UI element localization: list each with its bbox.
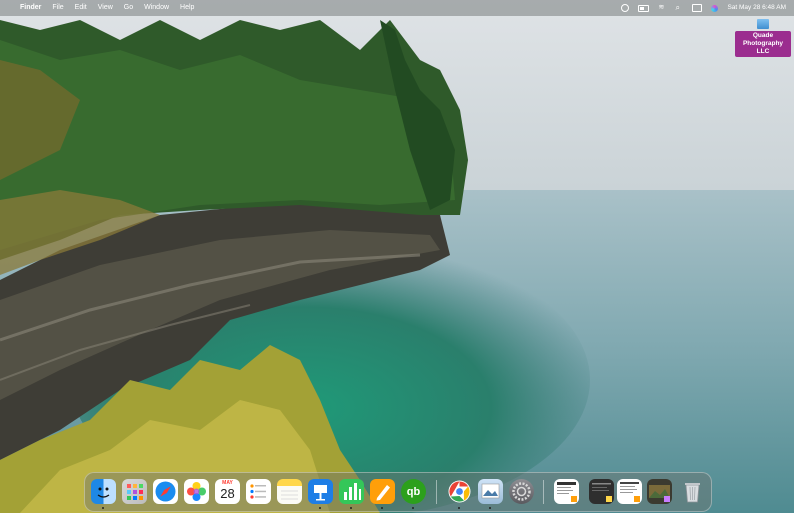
dock: MAY 28 qb [84, 472, 712, 512]
dock-safari[interactable] [153, 479, 178, 504]
photo-thumbnail-icon [649, 485, 670, 502]
chrome-icon [448, 480, 471, 503]
dock-calendar[interactable]: MAY 28 [215, 479, 240, 504]
dock-recent-document-1[interactable] [554, 479, 579, 504]
document-thumbnail-icon [592, 483, 612, 502]
dock-system-settings[interactable] [509, 479, 534, 504]
dock-running-indicator [458, 507, 460, 509]
notes-icon [281, 490, 298, 500]
document-thumbnail-icon [620, 482, 640, 502]
dock-preview[interactable] [478, 479, 503, 504]
safari-icon [155, 481, 176, 502]
dock-launchpad[interactable] [122, 479, 147, 504]
menu-bar: Finder File Edit View Go Window Help ≋ ⌕… [0, 0, 794, 16]
control-center-icon[interactable] [692, 4, 703, 12]
photos-icon [187, 482, 206, 501]
menu-bar-clock[interactable]: Sat May 28 6:48 AM [727, 0, 786, 16]
gear-icon [512, 482, 531, 501]
desktop-item-label-line2: Photography LLC [742, 40, 784, 55]
launchpad-icon [127, 484, 143, 500]
dock-running-indicator [350, 507, 352, 509]
menu-edit[interactable]: Edit [75, 0, 87, 16]
desktop-item-quade-photography[interactable]: Quade Photography LLC [735, 19, 791, 58]
dock-separator [543, 480, 544, 504]
dock-separator [436, 480, 437, 504]
dock-keynote[interactable] [308, 479, 333, 504]
reminders-icon [250, 484, 266, 499]
status-circle-icon[interactable] [621, 4, 630, 12]
pages-icon [376, 485, 390, 501]
menu-go[interactable]: Go [124, 0, 133, 16]
dock-recent-document-3[interactable] [617, 479, 642, 504]
dock-running-indicator [489, 507, 491, 509]
dock-finder[interactable] [91, 479, 116, 504]
folder-icon [757, 19, 769, 29]
dock-trash[interactable] [680, 479, 705, 504]
menu-file[interactable]: File [52, 0, 63, 16]
calendar-day: 28 [220, 486, 235, 501]
dock-photos[interactable] [184, 479, 209, 504]
wifi-icon[interactable]: ≋ [658, 4, 666, 12]
dock-reminders[interactable] [246, 479, 271, 504]
document-thumbnail-icon [557, 482, 577, 502]
menu-finder[interactable]: Finder [20, 0, 41, 16]
keynote-icon [314, 485, 327, 501]
dock-chrome[interactable] [447, 479, 472, 504]
dock-running-indicator [102, 507, 104, 509]
dock-pages[interactable] [370, 479, 395, 504]
dock-running-indicator [412, 507, 414, 509]
preview-icon [481, 483, 500, 499]
desktop-item-label-line1: Quade [752, 32, 774, 39]
desktop-wallpaper [0, 0, 794, 513]
desktop-item-label: Quade Photography LLC [735, 31, 791, 57]
dock-recent-document-4[interactable] [647, 479, 672, 504]
menu-view[interactable]: View [98, 0, 113, 16]
siri-icon[interactable] [711, 4, 719, 12]
menu-window[interactable]: Window [144, 0, 169, 16]
battery-icon[interactable] [638, 4, 650, 12]
menu-help[interactable]: Help [180, 0, 194, 16]
dock-recent-document-2[interactable] [589, 479, 614, 504]
trash-icon [685, 483, 700, 503]
dock-numbers[interactable] [339, 479, 364, 504]
dock-notes[interactable] [277, 479, 302, 504]
dock-quickbooks[interactable]: qb [401, 479, 426, 504]
finder-icon [97, 487, 110, 498]
numbers-icon [344, 483, 361, 500]
dock-running-indicator [319, 507, 321, 509]
quickbooks-icon: qb [406, 485, 421, 498]
dock-running-indicator [381, 507, 383, 509]
spotlight-search-icon[interactable]: ⌕ [675, 4, 683, 12]
